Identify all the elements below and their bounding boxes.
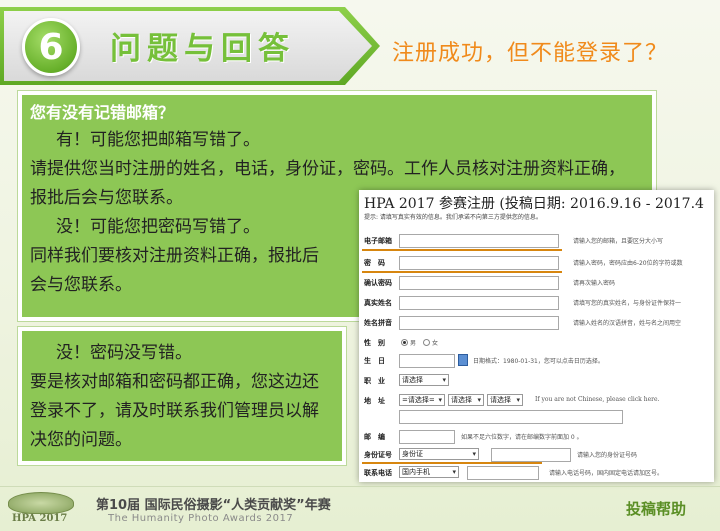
gender-label: 性 别 <box>364 339 385 347</box>
pinyin-hint: 请输入姓名的汉语拼音，姓与名之间用空 <box>573 320 682 327</box>
calendar-icon[interactable] <box>458 354 468 366</box>
address-label: 地 址 <box>364 397 385 405</box>
form-row-pinyin: 姓名拼音 请输入姓名的汉语拼音，姓与名之间用空 <box>359 314 714 333</box>
footer-title-cn: 第10届 国际民俗摄影“人类贡献奖”年赛 <box>96 498 331 513</box>
postcode-input[interactable] <box>399 430 455 444</box>
answer-line: 要是核对邮箱和密码都正确，您这边还 <box>30 372 319 392</box>
footer-title-en: The Humanity Photo Awards 2017 <box>108 513 294 524</box>
birthday-hint: 日期格式：1980-01-31，您可以点击日历选择。 <box>473 358 604 365</box>
phone-input[interactable] <box>467 466 539 480</box>
email-input[interactable] <box>399 234 559 248</box>
gender-male-radio[interactable] <box>401 339 408 346</box>
form-row-address-detail <box>359 408 714 427</box>
idcard-type-select[interactable]: 身份证 <box>399 448 479 460</box>
password-hint: 请输入密码，密码应由6-20位的字符或数 <box>573 260 683 267</box>
answer-line: 决您的问题。 <box>30 430 132 450</box>
answer-box-password: 没！密码没写错。 要是核对邮箱和密码都正确，您这边还 登录不了，请及时联系我们管… <box>18 327 346 465</box>
form-row-confirm: 确认密码 请再次输入密码 <box>359 274 714 293</box>
phone-hint: 请输入电话号码，国内固定电话请加区号。 <box>549 470 664 477</box>
address-detail-input[interactable] <box>399 410 623 424</box>
gender-male-label: 男 <box>410 340 417 347</box>
password-highlight <box>362 271 562 273</box>
form-row-email: 电子邮箱 请输入您的邮箱，且要区分大小写 <box>359 232 714 251</box>
postcode-hint: 如果不足六位数字，请在邮编数字前面加 0 。 <box>461 434 583 441</box>
page-subtitle: 注册成功，但不能登录了？ <box>392 41 669 66</box>
footer-divider <box>0 486 720 487</box>
form-row-phone: 联系电话 国内手机 请输入电话号码，国内固定电话请加区号。 <box>359 464 714 482</box>
realname-hint: 请填写您的真实姓名，与身份证件保持一 <box>573 300 682 307</box>
idcard-input[interactable] <box>491 448 571 462</box>
idcard-hint: 请输入您的身份证号码 <box>577 452 638 459</box>
job-label: 职 业 <box>364 377 385 385</box>
answer-line: 有！可能您把邮箱写错了。 <box>56 130 260 150</box>
hpa-logo-text: HPA 2017 <box>12 513 68 524</box>
answer-line: 登录不了，请及时联系我们管理员以解 <box>30 401 319 421</box>
phone-label: 联系电话 <box>364 469 392 477</box>
form-row-password: 密 码 请输入密码，密码应由6-20位的字符或数 <box>359 254 714 273</box>
address-city-select[interactable]: 请选择 <box>448 394 484 406</box>
idcard-label: 身份证号 <box>364 451 392 459</box>
form-row-idcard: 身份证号 身份证 请输入您的身份证号码 <box>359 446 714 465</box>
section-number-badge: 6 <box>22 18 80 76</box>
answer-line: 请提供您当时注册的姓名，电话，身份证，密码。工作人员核对注册资料正确， <box>30 159 625 179</box>
submission-help-link[interactable]: 投稿帮助 <box>626 498 686 519</box>
email-label: 电子邮箱 <box>364 237 392 245</box>
form-title: HPA 2017 参赛注册 (投稿日期: 2016.9.16 - 2017.4 <box>364 196 704 212</box>
form-row-postcode: 邮 编 如果不足六位数字，请在邮编数字前面加 0 。 <box>359 428 714 447</box>
registration-form-screenshot: HPA 2017 参赛注册 (投稿日期: 2016.9.16 - 2017.4 … <box>359 190 714 482</box>
realname-input[interactable] <box>399 296 559 310</box>
address-foreign-hint: If you are not Chinese, please click her… <box>535 396 660 403</box>
hpa-logo-icon <box>8 492 74 514</box>
password-input[interactable] <box>399 256 559 270</box>
form-row-job: 职 业 请选择 <box>359 372 714 391</box>
job-select[interactable]: 请选择 <box>399 374 449 386</box>
address-district-select[interactable]: 请选择 <box>487 394 523 406</box>
confirm-password-hint: 请再次输入密码 <box>573 280 616 287</box>
gender-female-label: 女 <box>432 340 439 347</box>
question-title: 您有没有记错邮箱？ <box>30 103 175 122</box>
postcode-label: 邮 编 <box>364 433 385 441</box>
pinyin-label: 姓名拼音 <box>364 319 392 327</box>
birthday-label: 生 日 <box>364 357 385 365</box>
realname-label: 真实姓名 <box>364 299 392 307</box>
form-row-realname: 真实姓名 请填写您的真实姓名，与身份证件保持一 <box>359 294 714 313</box>
section-title: 问题与回答 <box>110 31 295 67</box>
pinyin-input[interactable] <box>399 316 559 330</box>
email-highlight <box>362 249 562 251</box>
birthday-input[interactable] <box>399 354 455 368</box>
gender-female-radio[interactable] <box>423 339 430 346</box>
answer-line: 没！密码没写错。 <box>56 343 192 363</box>
phone-type-select[interactable]: 国内手机 <box>399 466 459 478</box>
confirm-password-label: 确认密码 <box>364 279 392 287</box>
password-label: 密 码 <box>364 259 385 267</box>
form-row-gender: 性 别 男 女 <box>359 334 714 353</box>
email-hint: 请输入您的邮箱，且要区分大小写 <box>573 238 664 245</box>
confirm-password-input[interactable] <box>399 276 559 290</box>
form-row-birthday: 生 日 日期格式：1980-01-31，您可以点击日历选择。 <box>359 352 714 371</box>
form-tip: 提示: 请填写真实有效的信息。我们承诺不向第三方提供您的信息。 <box>364 214 542 221</box>
address-province-select[interactable]: =请选择= <box>399 394 445 406</box>
